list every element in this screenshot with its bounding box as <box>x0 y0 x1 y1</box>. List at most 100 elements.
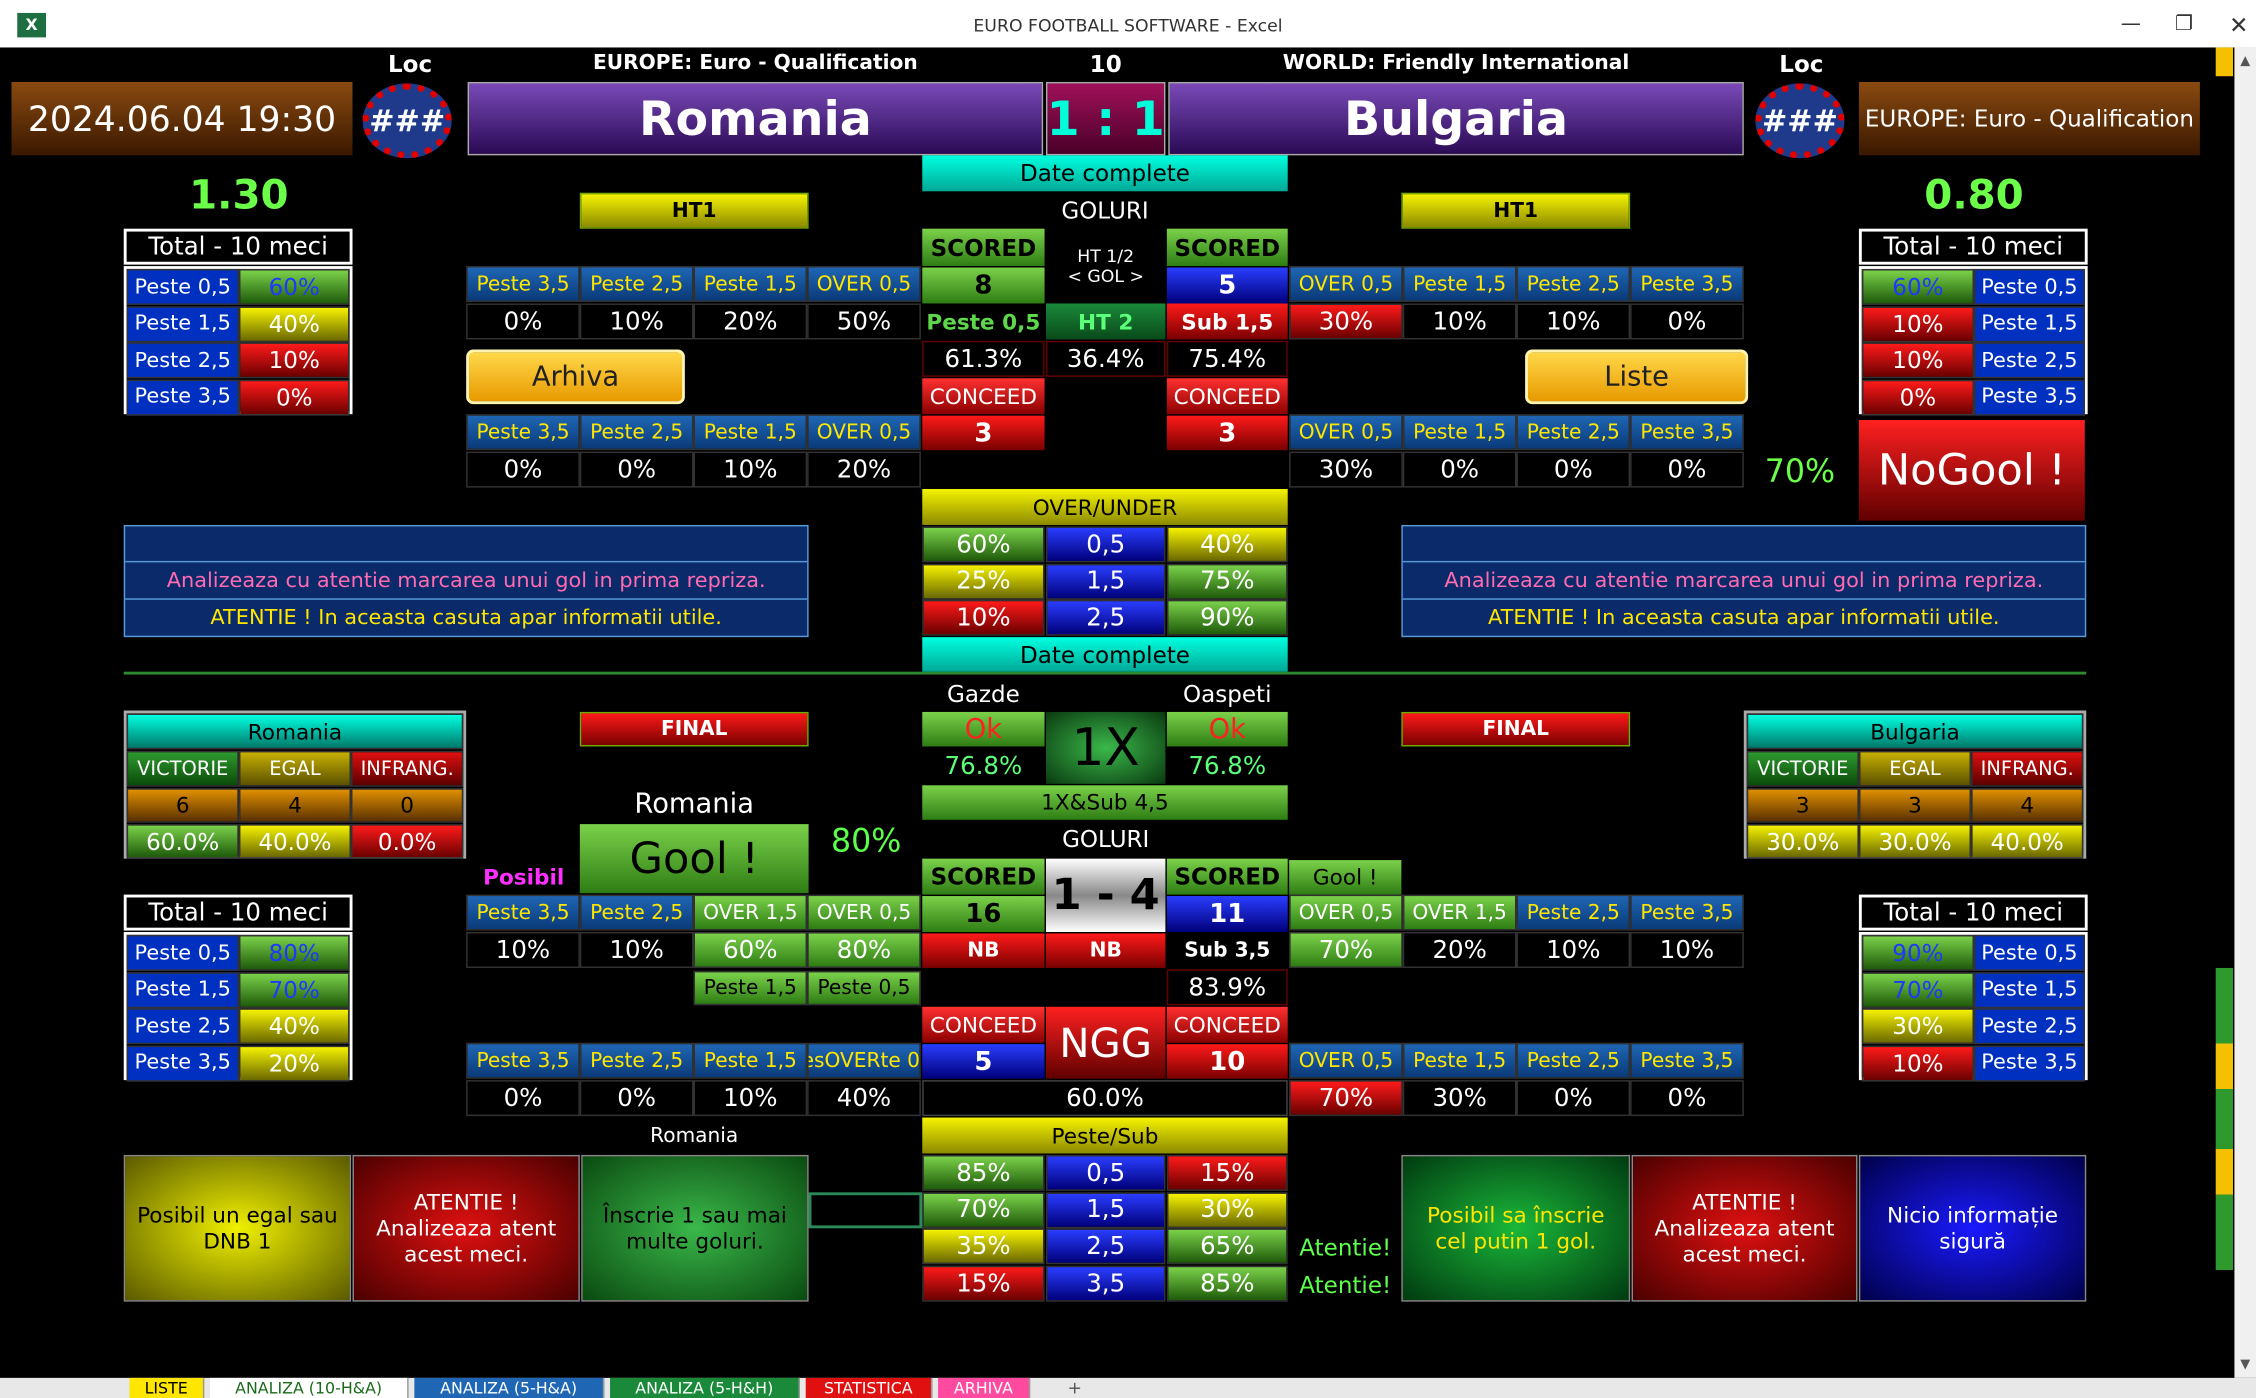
ou-line: 1,5 <box>1045 1191 1166 1228</box>
stat-header: Peste 2,5 <box>1516 1042 1631 1079</box>
total-row-value: 40% <box>238 305 350 342</box>
left-odds: 1.30 <box>189 170 289 218</box>
ou-left: 60% <box>922 526 1045 563</box>
over-under-title: OVER/UNDER <box>922 489 1288 525</box>
add-sheet-icon[interactable]: + <box>1065 1378 1085 1398</box>
scored-label-home: SCORED <box>922 228 1045 267</box>
stat-value: 30% <box>1402 1080 1517 1117</box>
total-row-value: 10% <box>238 342 350 379</box>
league-right: WORLD: Friendly International <box>1282 51 1630 75</box>
ou-right: 15% <box>1166 1154 1288 1191</box>
results-header: EGAL <box>238 750 352 787</box>
ok-home: Ok <box>922 711 1045 747</box>
ou-right: 90% <box>1166 600 1288 637</box>
stat-header: Peste 3,5 <box>1630 1042 1744 1079</box>
home-scored-value: 8 <box>922 267 1045 304</box>
total-table-left-top: Peste 0,5 60% Peste 1,5 40% Peste 2,5 10% Pest… <box>123 266 353 415</box>
over-under-table: 60% 0,5 40% 25% 1,5 75% 10% 2,5 90% <box>922 526 1288 637</box>
stat-header: Peste 1,5 <box>1402 266 1517 303</box>
ou-left: 25% <box>922 563 1045 600</box>
round-number: 10 <box>1089 49 1122 77</box>
restore-icon[interactable]: ❐ <box>2168 9 2200 41</box>
conceded-label-home-b: CONCEED <box>922 1006 1045 1043</box>
results-count: 6 <box>126 788 239 823</box>
stat-header: OVER 0,5 <box>807 894 921 931</box>
total-row-label: Peste 3,5 <box>1974 1044 2085 1081</box>
stat-header: Peste 1,5 <box>1402 414 1517 451</box>
minimize-icon[interactable]: — <box>2115 9 2147 41</box>
stat-header: Peste 3,5 <box>1630 266 1744 303</box>
advice-box-2: ATENTIE ! Analizeaza atent acest meci. <box>352 1154 580 1302</box>
total-row-label: Peste 2,5 <box>1974 1008 2085 1045</box>
selected-cell[interactable] <box>808 1192 923 1229</box>
home-conceded-stats-b: Peste 3,5 Peste 2,5 Peste 1,5 esOVERte 0, 0%… <box>466 1042 921 1118</box>
vertical-scrollbar[interactable] <box>2234 47 2256 1378</box>
stat-header: Peste 2,5 <box>1516 266 1631 303</box>
results-pct: 30.0% <box>1746 824 1859 859</box>
gool-small: Gool ! <box>1289 860 1402 895</box>
stat-header: OVER 0,5 <box>1289 894 1403 931</box>
sheet-tab[interactable]: ARHIVA <box>938 1377 1031 1398</box>
away-conceded-value: 3 <box>1166 415 1288 451</box>
stat-value: 0% <box>1630 451 1744 488</box>
home-conceded-b: 5 <box>922 1044 1045 1079</box>
stat-value: 0% <box>466 451 580 488</box>
stat-value: 20% <box>1402 931 1517 968</box>
total-table-left-bottom: Peste 0,5 80% Peste 1,5 70% Peste 2,5 40% Pest… <box>123 931 353 1081</box>
gol-arrows-text: < GOL > <box>1067 266 1144 287</box>
scroll-down-icon[interactable]: ▼ <box>2234 1355 2256 1375</box>
sheet-tab[interactable]: ANALIZA (5-H&H) <box>610 1377 800 1398</box>
pct-c: 75.4% <box>1166 340 1288 377</box>
results-pct: 40.0% <box>1971 824 2084 859</box>
info-box-right-empty <box>1402 526 2085 563</box>
stat-header: OVER 0,5 <box>1289 266 1403 303</box>
stat-value: 0% <box>1630 1080 1744 1117</box>
results-count: 4 <box>1971 788 2084 823</box>
ht1-right: HT1 <box>1401 192 1631 229</box>
stat-value: 10% <box>693 451 808 488</box>
stat-value: 50% <box>807 303 921 340</box>
total-row-value: 10% <box>1861 1044 1975 1081</box>
league-box-right: EUROPE: Euro - Qualification <box>1858 81 2200 156</box>
sheet-tab[interactable]: ANALIZA (10-H&A) <box>210 1377 409 1398</box>
away-conceded-stats-b: OVER 0,5 Peste 1,5 Peste 2,5 Peste 3,5 70% 30… <box>1289 1042 1744 1118</box>
total-row-label: Peste 1,5 <box>126 971 239 1008</box>
right-odds: 0.80 <box>1924 170 2024 218</box>
sheet-tab[interactable]: STATISTICA <box>805 1377 933 1398</box>
total-row-label: Peste 3,5 <box>1974 378 2085 415</box>
ht2-label: HT 2 <box>1045 303 1166 340</box>
excel-app-icon[interactable]: X <box>17 12 47 38</box>
scroll-up-icon[interactable]: ▲ <box>2234 52 2256 72</box>
gazde-label: Gazde <box>946 679 1020 707</box>
results-count: 0 <box>351 788 464 823</box>
sheet-tab[interactable]: LISTE <box>129 1377 205 1398</box>
final-left: FINAL <box>579 711 809 747</box>
loc-badge-right: ### <box>1755 83 1845 159</box>
stat-header: OVER 0,5 <box>807 414 921 451</box>
ou-left: 35% <box>922 1228 1045 1265</box>
stat-value: 10% <box>579 303 694 340</box>
sheet-tab-bar: LISTE ANALIZA (10-H&A) ANALIZA (5-H&A) ANAL… <box>0 1377 2256 1398</box>
arhiva-button[interactable]: Arhiva <box>466 349 685 405</box>
liste-button[interactable]: Liste <box>1525 349 1749 405</box>
romania-small-label: Romania <box>650 1124 739 1148</box>
home-team-name: Romania <box>467 81 1044 156</box>
atentie-1: Atentie! <box>1299 1234 1392 1262</box>
total-row-label: Peste 1,5 <box>1974 971 2085 1008</box>
pct-b: 36.4% <box>1045 340 1166 377</box>
away-scored-stats: OVER 0,5 Peste 1,5 Peste 2,5 Peste 3,5 30% 10… <box>1289 266 1744 341</box>
sheet-tab[interactable]: ANALIZA (5-H&A) <box>414 1377 605 1398</box>
total-row-label: Peste 0,5 <box>1974 934 2085 971</box>
stat-value: 30% <box>1289 303 1403 340</box>
stat-value: 10% <box>693 1080 808 1117</box>
live-score: 1 : 1 <box>1045 81 1166 156</box>
peste05-label: Peste 0,5 <box>922 303 1045 340</box>
stat-header: OVER 0,5 <box>1289 1042 1403 1079</box>
gool-team: Romania <box>634 788 754 820</box>
total-row-value: 0% <box>238 378 350 415</box>
pct-a: 61.3% <box>922 340 1045 377</box>
stat-header: Peste 1,5 <box>693 414 808 451</box>
stat-value: 80% <box>807 931 921 968</box>
scored-label-away: SCORED <box>1166 228 1288 267</box>
close-icon[interactable]: ✕ <box>2223 9 2255 41</box>
